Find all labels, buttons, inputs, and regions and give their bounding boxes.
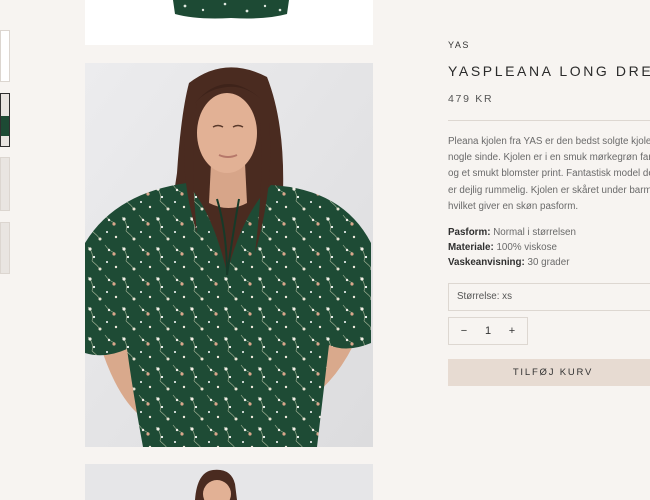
spec-value: Normal i størrelsen [493, 227, 576, 238]
spec-label: Materiale: [448, 242, 494, 253]
spec-material: Materiale: 100% viskose [448, 240, 650, 255]
thumbnail-3[interactable] [0, 157, 10, 211]
quantity-input[interactable]: 1 [477, 318, 499, 344]
size-select[interactable]: Størrelse: xs [448, 283, 650, 311]
product-title: YASPLEANA LONG DRESS [448, 63, 650, 79]
quantity-stepper: − 1 + [448, 317, 528, 345]
product-specs: Pasform: Normal i størrelsen Materiale: … [448, 225, 650, 270]
spec-label: Pasform: [448, 227, 491, 238]
thumbnail-2[interactable] [0, 93, 10, 147]
product-description: Pleana kjolen fra YAS er den bedst solgt… [448, 136, 650, 212]
product-price: 479 KR [448, 93, 494, 105]
spec-value: 30 grader [527, 257, 570, 268]
decrease-quantity-button[interactable]: − [453, 318, 475, 344]
spec-value: 100% viskose [496, 242, 557, 253]
product-image-main [85, 63, 373, 447]
product-image-next [85, 464, 373, 500]
add-to-cart-button[interactable]: TILFØJ KURV [448, 359, 650, 386]
product-vendor[interactable]: YAS [448, 40, 470, 50]
thumbnail-1[interactable] [0, 30, 10, 82]
divider [448, 120, 650, 121]
increase-quantity-button[interactable]: + [501, 318, 523, 344]
thumbnail-4[interactable] [0, 222, 10, 274]
spec-fit: Pasform: Normal i størrelsen [448, 225, 650, 240]
spec-label: Vaskeanvisning: [448, 257, 525, 268]
spec-wash: Vaskeanvisning: 30 grader [448, 255, 650, 270]
product-image-top [85, 0, 373, 45]
